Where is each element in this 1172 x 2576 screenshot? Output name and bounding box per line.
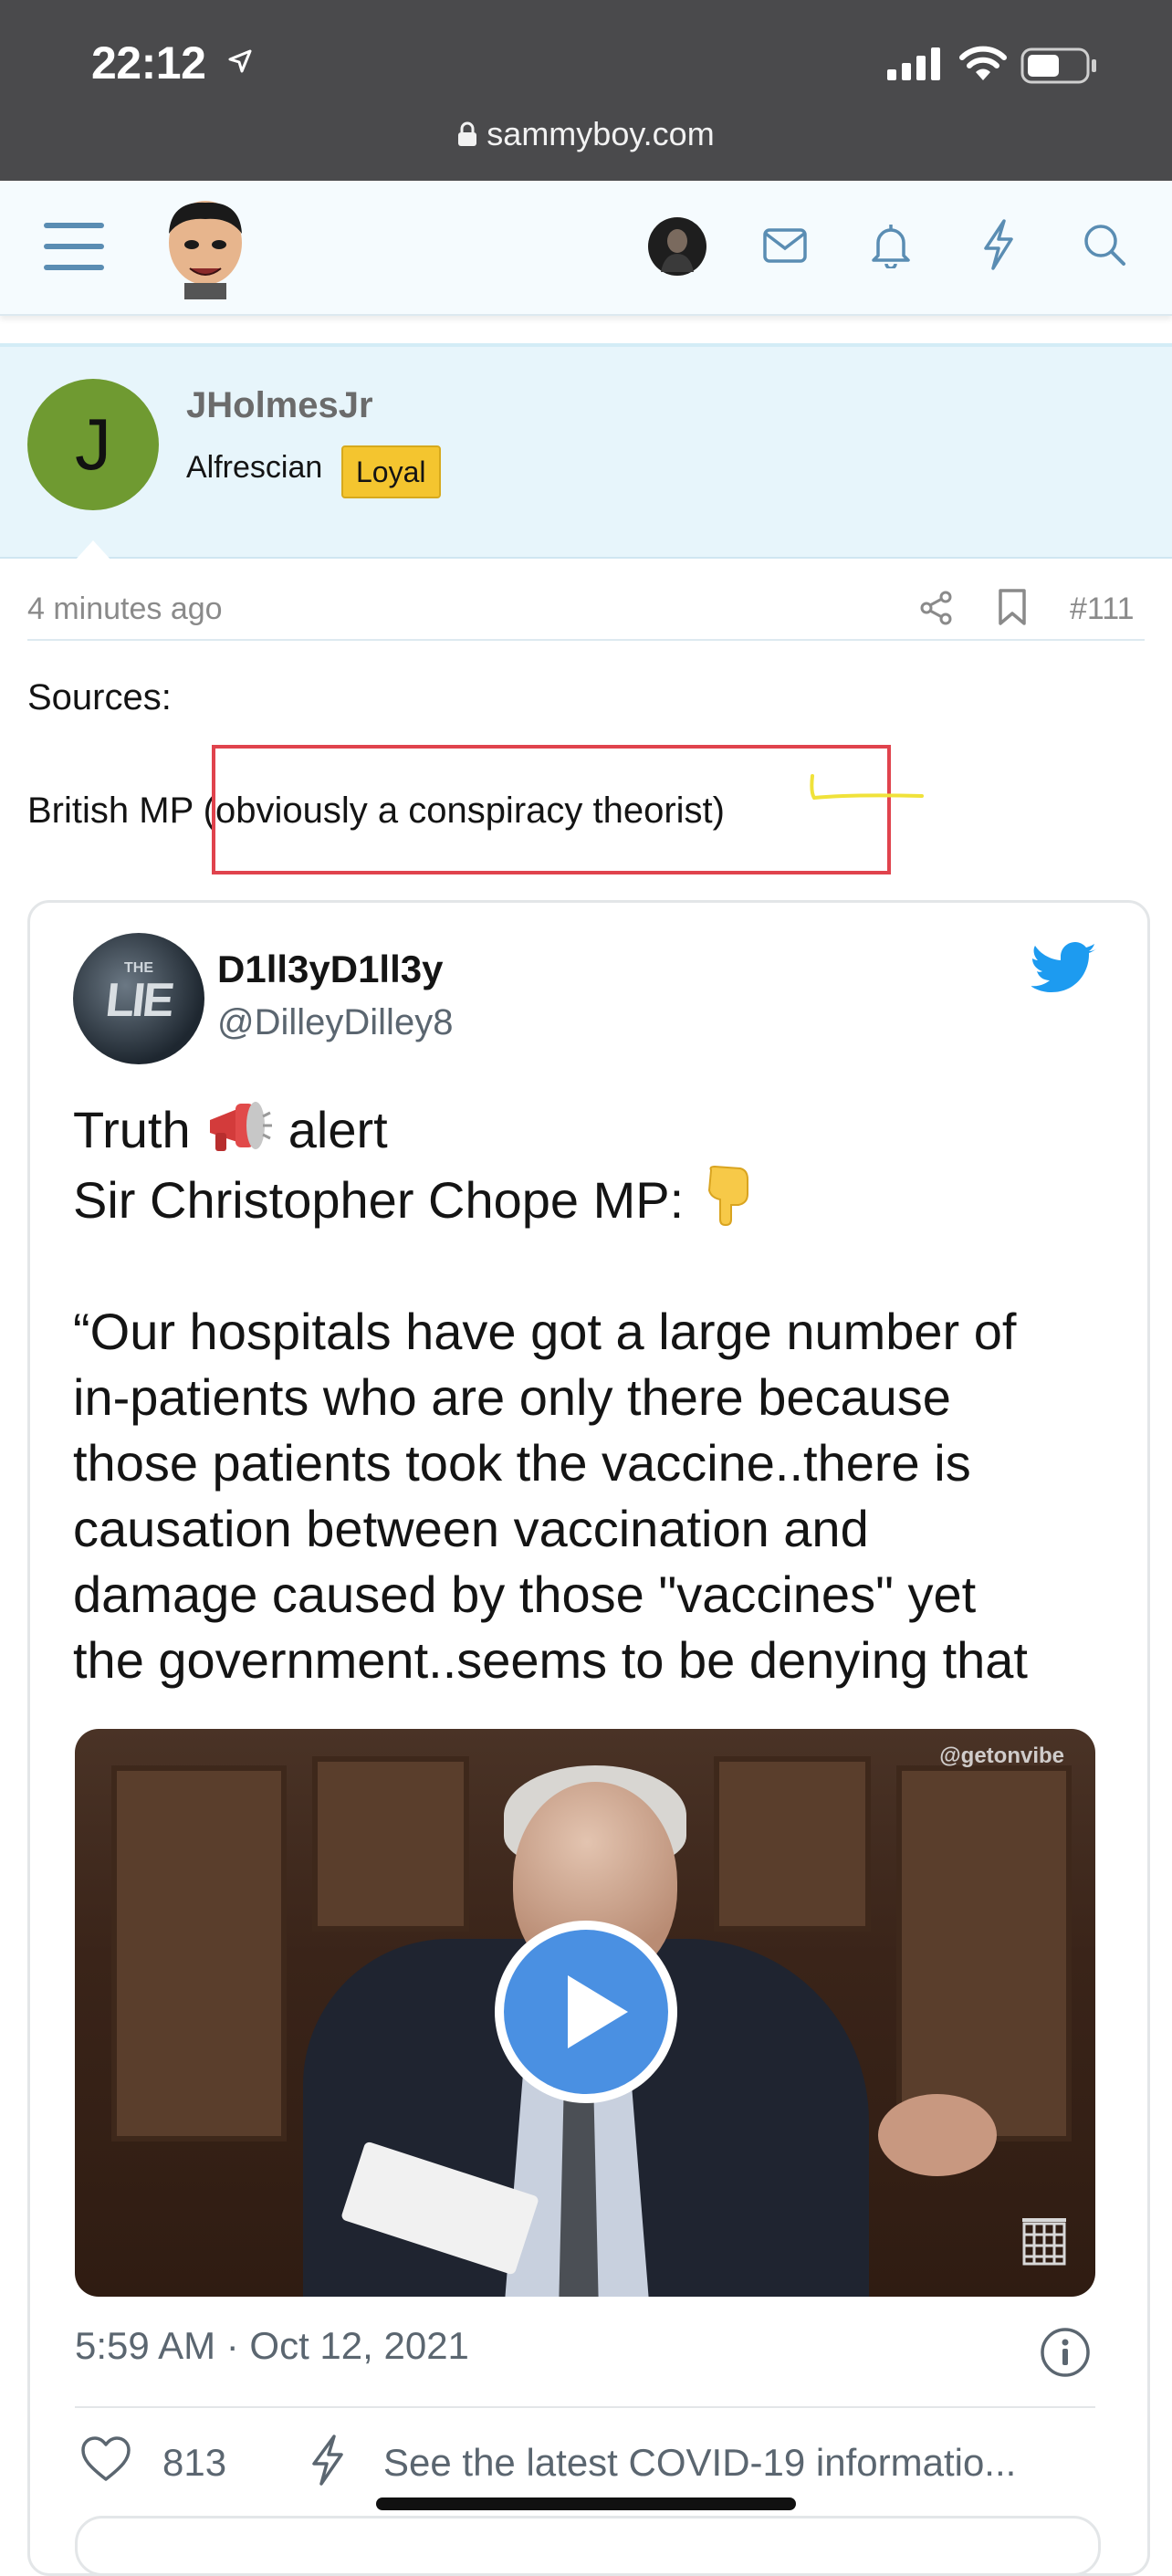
like-count: 813 [162,2441,227,2484]
tweet-line-1a: Truth [73,1101,205,1158]
user-avatar[interactable] [648,217,706,276]
site-header [0,181,1172,316]
pointing-down-emoji-icon [707,1165,748,1227]
covid-bolt-icon[interactable] [309,2434,347,2487]
meta-divider [27,639,1145,641]
tweet-line-2: Sir Christopher Chope MP: [73,1163,1095,1233]
megaphone-emoji-icon [210,1102,273,1151]
play-icon [568,1975,628,2048]
search-icon[interactable] [1083,223,1126,267]
clock: 22:12 [91,37,206,89]
tweet-author-avatar[interactable]: THE LIE [73,933,204,1064]
share-icon[interactable] [918,590,955,626]
site-logo[interactable] [157,197,254,299]
quote-line: in-patients who are only there because [73,1368,951,1426]
play-button[interactable] [495,1921,677,2103]
speaker-hand [878,2094,997,2176]
tweet-action-pill[interactable] [75,2516,1101,2576]
author-panel-pointer [75,540,111,560]
wood-panel [714,1756,871,1932]
post-timestamp[interactable]: 4 minutes ago [27,592,223,627]
bolt-icon[interactable] [980,219,1017,270]
wifi-icon [959,46,1007,80]
covid-info-link[interactable]: See the latest COVID-19 informatio... [383,2441,1016,2485]
wood-panel [312,1756,469,1932]
battery-icon [1020,47,1096,84]
quote-line: damage caused by those "vaccines" yet [73,1565,977,1623]
info-icon[interactable] [1039,2326,1092,2379]
quote-line: “Our hospitals have got a large number o… [73,1303,1017,1360]
wood-panel [896,1765,1072,2141]
avatar-text-lie: LIE [102,974,175,1027]
post-author-panel [0,347,1172,559]
sources-label: Sources: [27,677,172,717]
quote-line: the government..seems to be denying that [73,1631,1028,1689]
red-highlight-box [212,745,891,874]
address-bar[interactable]: sammyboy.com [0,115,1172,153]
heart-icon[interactable] [80,2435,131,2483]
lock-icon [458,121,477,146]
status-bar [0,0,1172,181]
location-arrow-icon [228,49,252,73]
tweet-line-2-text: Sir Christopher Chope MP: [73,1171,698,1229]
bell-icon[interactable] [871,221,911,268]
mail-icon[interactable] [763,228,807,263]
quote-line: those patients took the vaccine..there i… [73,1434,971,1492]
play-button-fill [504,1930,668,2094]
tweet-line-1: Truth alert [73,1097,1095,1163]
home-indicator[interactable] [376,2497,796,2510]
author-badge: Loyal [341,445,441,498]
post-number[interactable]: #111 [1070,592,1135,627]
yellow-underline-mark [810,774,924,801]
author-title: Alfrescian [186,450,323,485]
tweet-divider [75,2406,1095,2408]
tweet-date[interactable]: 5:59 AM · Oct 12, 2021 [75,2324,469,2368]
tweet-text: Truth alert Sir Christopher Chope MP: “O… [73,1097,1095,1693]
bookmark-icon[interactable] [997,588,1028,626]
twitter-logo-icon[interactable] [1031,940,1097,995]
tweet-display-name[interactable]: D1ll3yD1ll3y [217,948,444,991]
author-avatar[interactable]: J [27,379,159,510]
portcullis-logo-icon [1022,2218,1066,2266]
menu-icon[interactable] [44,221,104,272]
url-text: sammyboy.com [487,115,715,152]
body-prefix: British MP [27,791,194,831]
video-watermark: @getonvibe [939,1744,1064,1768]
author-username[interactable]: JHolmesJr [186,385,373,426]
cellular-signal-icon [887,47,940,80]
tweet-handle[interactable]: @DilleyDilley8 [217,1002,453,1043]
quote-line: causation between vaccination and [73,1500,869,1557]
wood-panel [111,1765,287,2141]
tweet-line-1b: alert [274,1101,388,1158]
